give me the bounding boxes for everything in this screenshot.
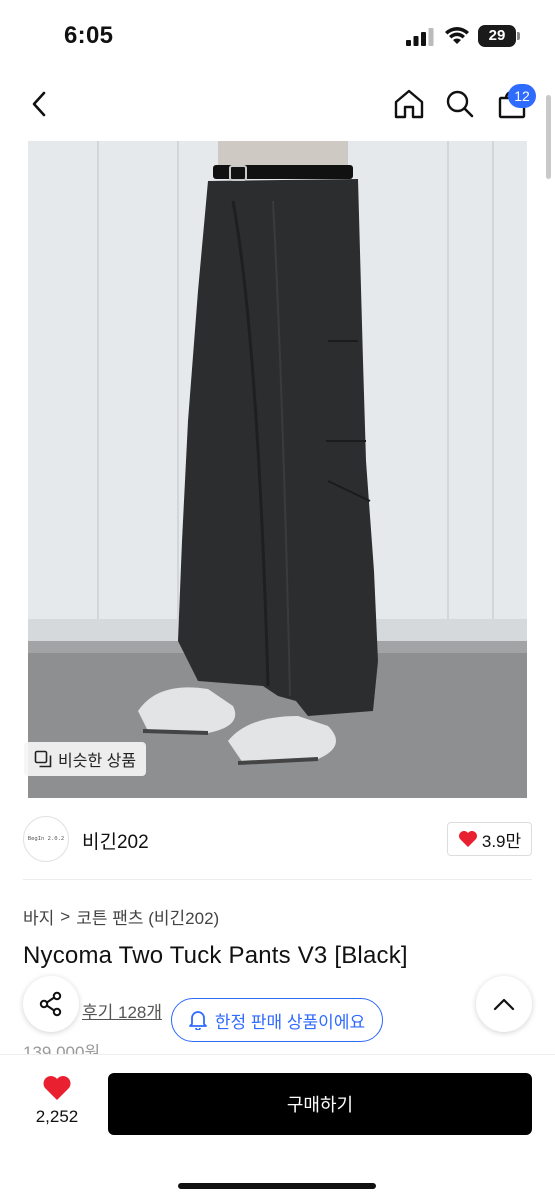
chevron-left-icon	[32, 91, 46, 117]
search-button[interactable]	[440, 84, 480, 124]
home-button[interactable]	[389, 84, 429, 124]
breadcrumb-category[interactable]: 바지	[23, 904, 54, 929]
similar-products-label: 비슷한 상품	[58, 753, 137, 770]
seller-row[interactable]: BegIn 2.0.2 비긴202 3.9만	[0, 812, 555, 868]
battery-indicator: 29	[478, 25, 520, 47]
similar-products-button[interactable]: 비슷한 상품	[24, 742, 147, 776]
chevron-up-icon	[493, 998, 515, 1011]
status-bar: 6:05 29	[0, 0, 555, 70]
share-icon	[39, 991, 62, 1017]
scroll-to-top-button[interactable]	[476, 976, 532, 1032]
wifi-icon	[445, 27, 469, 44]
seller-logo[interactable]: BegIn 2.0.2	[23, 816, 69, 862]
home-indicator	[178, 1183, 376, 1189]
scrollbar[interactable]	[546, 95, 551, 179]
home-icon	[394, 89, 424, 119]
cart-count-badge: 12	[508, 84, 536, 108]
seller-name[interactable]: 비긴202	[82, 827, 149, 854]
bell-icon	[188, 1011, 207, 1030]
signal-icon	[406, 28, 434, 46]
limited-sale-label: 한정 판매 상품이에요	[214, 1012, 366, 1032]
search-icon	[446, 90, 474, 118]
buy-button[interactable]: 구매하기	[108, 1073, 532, 1135]
status-time: 6:05	[64, 22, 114, 49]
wishlist-button[interactable]: 2,252	[26, 1075, 88, 1137]
breadcrumb-separator: >	[60, 906, 71, 926]
divider	[23, 879, 532, 880]
product-price: 139,000원	[23, 1044, 101, 1054]
share-button[interactable]	[23, 976, 79, 1032]
bottom-action-bar: 2,252 구매하기	[0, 1054, 555, 1200]
product-photo	[28, 141, 527, 798]
product-image[interactable]	[28, 141, 527, 798]
breadcrumb: 바지 > 코튼 팬츠 (비긴202)	[23, 904, 219, 929]
review-count-link[interactable]: 후기 128개	[82, 998, 162, 1023]
seller-like-button[interactable]: 3.9만	[447, 822, 532, 856]
heart-icon	[43, 1076, 71, 1100]
heart-icon	[458, 831, 477, 847]
breadcrumb-subcategory[interactable]: 코튼 팬츠 (비긴202)	[76, 904, 219, 929]
back-button[interactable]	[20, 84, 60, 124]
top-nav	[0, 72, 555, 136]
seller-like-count: 3.9만	[481, 831, 522, 851]
limited-sale-badge[interactable]: 한정 판매 상품이에요	[171, 998, 383, 1042]
wishlist-count: 2,252	[35, 1107, 79, 1126]
copy-icon	[34, 750, 52, 768]
product-title: Nycoma Two Tuck Pants V3 [Black]	[23, 942, 408, 969]
